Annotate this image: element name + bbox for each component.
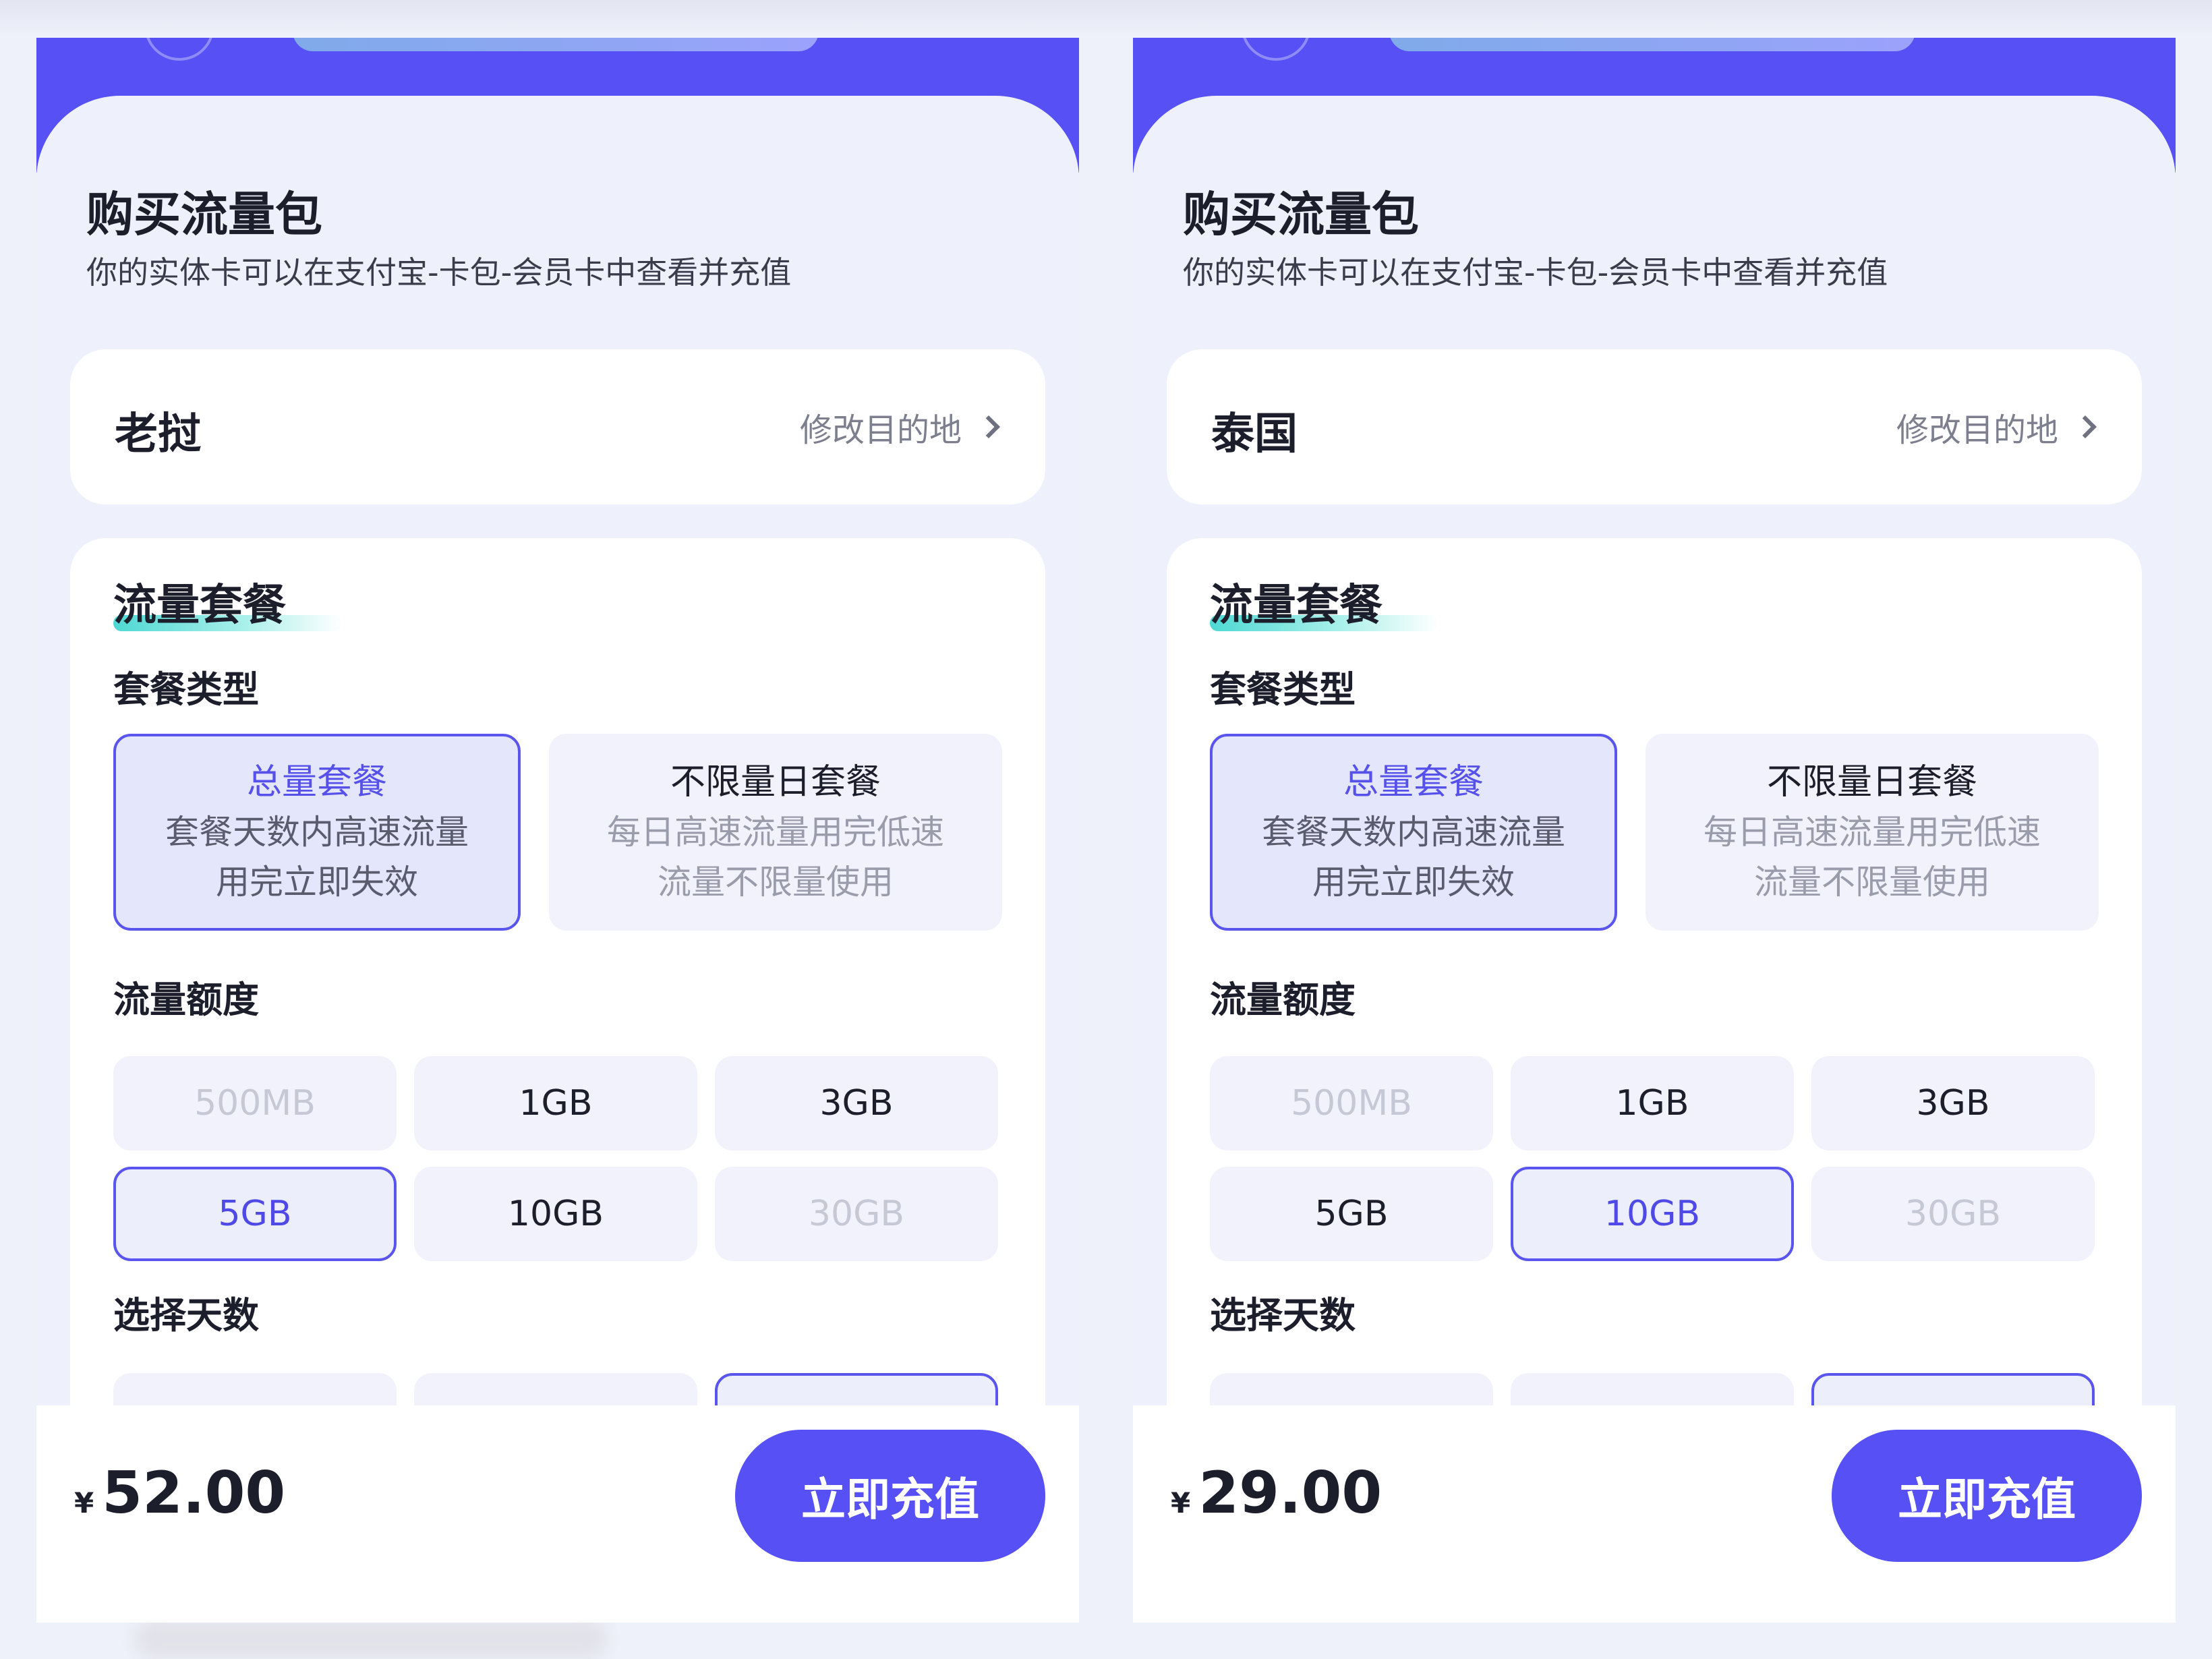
quota-option-30gb[interactable]: 30GB bbox=[1811, 1167, 2095, 1261]
avatar-icon bbox=[1241, 38, 1311, 61]
destination-card[interactable]: 老挝 修改目的地 bbox=[70, 349, 1045, 504]
plan-type-unlimited-daily[interactable]: 不限量日套餐 每日高速流量用完低速 流量不限量使用 bbox=[549, 734, 1002, 931]
quota-option-5gb[interactable]: 5GB bbox=[113, 1167, 397, 1261]
quota-option-3gb[interactable]: 3GB bbox=[715, 1056, 998, 1151]
chevron-right-icon bbox=[977, 415, 1000, 438]
page-subtitle: 你的实体卡可以在支付宝-卡包-会员卡中查看并充值 bbox=[1183, 254, 1888, 291]
quota-option-1gb[interactable]: 1GB bbox=[1511, 1056, 1794, 1151]
top-shadow bbox=[0, 0, 2212, 38]
quota-option-5gb[interactable]: 5GB bbox=[1210, 1167, 1493, 1261]
banner-pill bbox=[293, 38, 819, 51]
change-destination-link[interactable]: 修改目的地 bbox=[799, 403, 1000, 450]
plan-type-desc: 用完立即失效 bbox=[1312, 863, 1515, 902]
screen-laos: 购买流量包 你的实体卡可以在支付宝-卡包-会员卡中查看并充值 老挝 修改目的地 … bbox=[36, 38, 1079, 1623]
section-title: 流量套餐 bbox=[113, 581, 286, 631]
plan-type-label: 套餐类型 bbox=[1210, 668, 1356, 711]
avatar-icon bbox=[144, 38, 214, 61]
plan-type-desc: 套餐天数内高速流量 bbox=[1262, 813, 1565, 852]
plan-type-total[interactable]: 总量套餐 套餐天数内高速流量 用完立即失效 bbox=[113, 734, 521, 931]
plan-type-label: 套餐类型 bbox=[113, 668, 259, 711]
quota-option-30gb[interactable]: 30GB bbox=[715, 1167, 998, 1261]
destination-card[interactable]: 泰国 修改目的地 bbox=[1167, 349, 2142, 504]
plan-type-desc: 每日高速流量用完低速 bbox=[607, 813, 944, 852]
recharge-button[interactable]: 立即充值 bbox=[735, 1430, 1045, 1562]
days-label: 选择天数 bbox=[1210, 1294, 1356, 1337]
plan-type-name: 不限量日套餐 bbox=[670, 762, 881, 803]
plan-type-desc: 流量不限量使用 bbox=[658, 863, 894, 902]
page-subtitle: 你的实体卡可以在支付宝-卡包-会员卡中查看并充值 bbox=[86, 254, 792, 291]
purchase-sheet: 购买流量包 你的实体卡可以在支付宝-卡包-会员卡中查看并充值 泰国 修改目的地 … bbox=[1133, 96, 2176, 1623]
quota-option-10gb[interactable]: 10GB bbox=[414, 1167, 697, 1261]
plan-type-desc: 每日高速流量用完低速 bbox=[1704, 813, 2041, 852]
plan-type-desc: 套餐天数内高速流量 bbox=[165, 813, 469, 852]
currency-symbol: ¥ bbox=[1171, 1486, 1191, 1519]
quota-option-3gb[interactable]: 3GB bbox=[1811, 1056, 2095, 1151]
page-title: 购买流量包 bbox=[1183, 187, 1419, 242]
price-amount: 29.00 bbox=[1198, 1459, 1382, 1527]
change-destination-label: 修改目的地 bbox=[1896, 411, 2058, 449]
price-display: ¥ 29.00 bbox=[1171, 1459, 1382, 1527]
screen-thailand: 购买流量包 你的实体卡可以在支付宝-卡包-会员卡中查看并充值 泰国 修改目的地 … bbox=[1133, 38, 2176, 1623]
quota-option-10gb[interactable]: 10GB bbox=[1511, 1167, 1794, 1261]
plan-type-name: 不限量日套餐 bbox=[1766, 762, 1977, 803]
plan-type-desc: 流量不限量使用 bbox=[1754, 863, 1990, 902]
plan-type-unlimited-daily[interactable]: 不限量日套餐 每日高速流量用完低速 流量不限量使用 bbox=[1646, 734, 2099, 931]
bottom-shadow bbox=[135, 1619, 607, 1659]
checkout-bar: ¥ 52.00 立即充值 bbox=[36, 1405, 1079, 1623]
change-destination-label: 修改目的地 bbox=[799, 411, 962, 449]
destination-name: 泰国 bbox=[1211, 409, 1298, 459]
section-title: 流量套餐 bbox=[1210, 581, 1382, 631]
plan-type-name: 总量套餐 bbox=[1343, 762, 1484, 803]
plan-type-total[interactable]: 总量套餐 套餐天数内高速流量 用完立即失效 bbox=[1210, 734, 1617, 931]
price-display: ¥ 52.00 bbox=[74, 1459, 285, 1527]
page-title: 购买流量包 bbox=[86, 187, 322, 242]
plan-type-name: 总量套餐 bbox=[246, 762, 387, 803]
quota-label: 流量额度 bbox=[113, 979, 259, 1021]
quota-option-500mb[interactable]: 500MB bbox=[1210, 1056, 1493, 1151]
quota-option-500mb[interactable]: 500MB bbox=[113, 1056, 397, 1151]
chevron-right-icon bbox=[2074, 415, 2097, 438]
currency-symbol: ¥ bbox=[74, 1486, 94, 1519]
days-label: 选择天数 bbox=[113, 1294, 259, 1337]
destination-name: 老挝 bbox=[115, 409, 201, 459]
purchase-sheet: 购买流量包 你的实体卡可以在支付宝-卡包-会员卡中查看并充值 老挝 修改目的地 … bbox=[36, 96, 1079, 1623]
quota-label: 流量额度 bbox=[1210, 979, 1356, 1021]
checkout-bar: ¥ 29.00 立即充值 bbox=[1133, 1405, 2176, 1623]
plan-type-desc: 用完立即失效 bbox=[216, 863, 418, 902]
quota-option-1gb[interactable]: 1GB bbox=[414, 1056, 697, 1151]
change-destination-link[interactable]: 修改目的地 bbox=[1896, 403, 2097, 450]
price-amount: 52.00 bbox=[102, 1459, 286, 1527]
recharge-button[interactable]: 立即充值 bbox=[1832, 1430, 2142, 1562]
banner-pill bbox=[1389, 38, 1915, 51]
